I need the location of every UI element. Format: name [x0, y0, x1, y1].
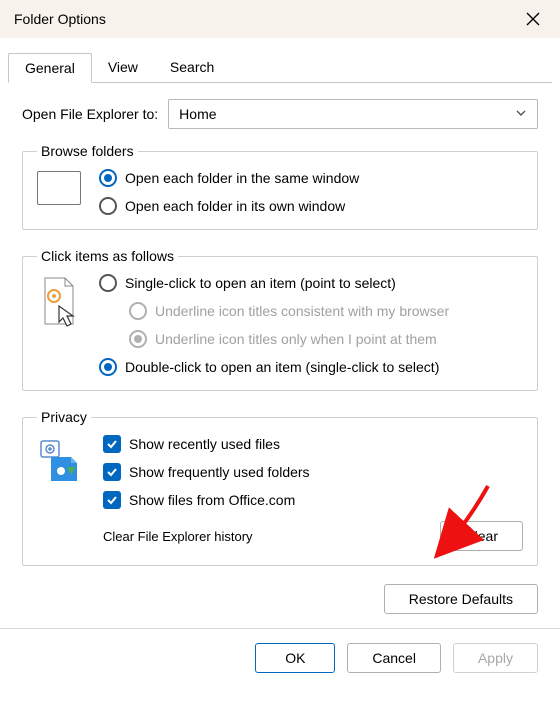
radio-icon — [99, 358, 117, 376]
window-title: Folder Options — [14, 11, 106, 27]
radio-icon — [129, 302, 147, 320]
radio-icon — [99, 169, 117, 187]
radio-icon — [99, 197, 117, 215]
radio-underline-browser: Underline icon titles consistent with my… — [129, 302, 449, 320]
privacy-legend: Privacy — [37, 409, 91, 425]
clear-history-label: Clear File Explorer history — [103, 529, 253, 544]
radio-label: Single-click to open an item (point to s… — [125, 275, 396, 291]
checkbox-checked-icon — [103, 491, 121, 509]
checkbox-label: Show recently used files — [129, 436, 280, 452]
radio-icon — [99, 274, 117, 292]
open-to-label: Open File Explorer to: — [22, 106, 158, 122]
privacy-group: Privacy Show r — [22, 409, 538, 566]
radio-own-window[interactable]: Open each folder in its own window — [99, 197, 359, 215]
browse-folders-group: Browse folders Open each folder in the s… — [22, 143, 538, 230]
document-click-icon — [37, 276, 81, 330]
radio-label: Underline icon titles consistent with my… — [155, 303, 449, 319]
checkbox-office-files[interactable]: Show files from Office.com — [103, 491, 310, 509]
cancel-button[interactable]: Cancel — [347, 643, 441, 673]
radio-underline-point: Underline icon titles only when I point … — [129, 330, 449, 348]
browse-legend: Browse folders — [37, 143, 138, 159]
chevron-down-icon — [515, 106, 527, 122]
radio-label: Open each folder in its own window — [125, 198, 345, 214]
privacy-icon — [37, 437, 85, 485]
apply-button: Apply — [453, 643, 538, 673]
open-to-select[interactable]: Home — [168, 99, 538, 129]
close-icon — [526, 12, 540, 26]
radio-label: Open each folder in the same window — [125, 170, 359, 186]
click-items-group: Click items as follows Single-click to o… — [22, 248, 538, 391]
checkbox-checked-icon — [103, 463, 121, 481]
radio-label: Underline icon titles only when I point … — [155, 331, 437, 347]
restore-defaults-button[interactable]: Restore Defaults — [384, 584, 538, 614]
clear-button[interactable]: Clear — [440, 521, 523, 551]
checkbox-frequent-folders[interactable]: Show frequently used folders — [103, 463, 310, 481]
checkbox-label: Show files from Office.com — [129, 492, 295, 508]
close-button[interactable] — [518, 4, 548, 34]
tab-strip: General View Search — [8, 52, 552, 83]
checkbox-checked-icon — [103, 435, 121, 453]
radio-icon — [129, 330, 147, 348]
tab-view[interactable]: View — [92, 53, 154, 83]
radio-single-click[interactable]: Single-click to open an item (point to s… — [99, 274, 449, 292]
radio-same-window[interactable]: Open each folder in the same window — [99, 169, 359, 187]
open-to-value: Home — [179, 106, 216, 122]
radio-label: Double-click to open an item (single-cli… — [125, 359, 439, 375]
tab-general[interactable]: General — [8, 53, 92, 83]
ok-button[interactable]: OK — [255, 643, 335, 673]
radio-double-click[interactable]: Double-click to open an item (single-cli… — [99, 358, 449, 376]
checkbox-recent-files[interactable]: Show recently used files — [103, 435, 310, 453]
click-legend: Click items as follows — [37, 248, 178, 264]
tab-search[interactable]: Search — [154, 53, 230, 83]
folder-window-icon — [37, 171, 81, 205]
checkbox-label: Show frequently used folders — [129, 464, 310, 480]
